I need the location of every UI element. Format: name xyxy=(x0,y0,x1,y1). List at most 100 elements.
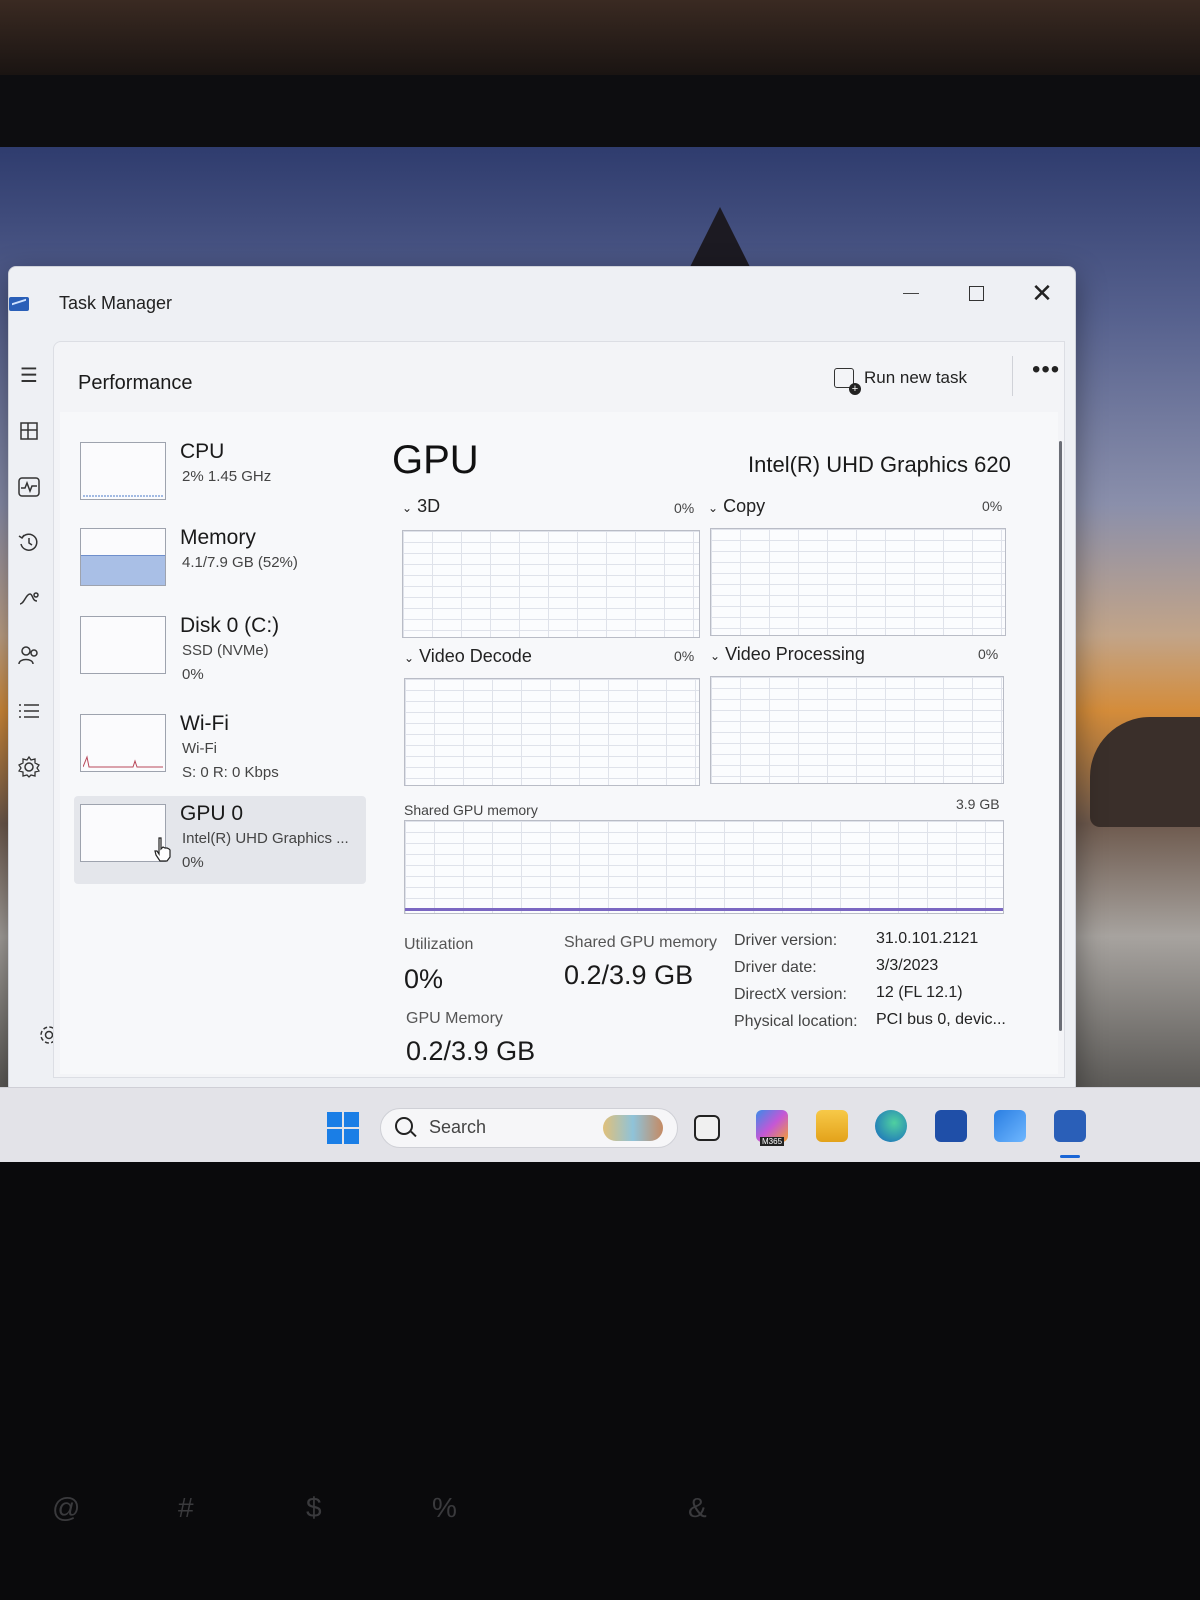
search-highlight-icon xyxy=(603,1115,663,1141)
engine-video-processing-selector[interactable]: ⌄ Video Processing xyxy=(710,644,865,665)
utilization-label: Utilization xyxy=(404,936,474,953)
engine-label: Video Decode xyxy=(419,646,532,666)
edge-icon[interactable] xyxy=(875,1110,907,1142)
disk-mini-graph xyxy=(80,616,166,674)
driver-version-label: Driver version: xyxy=(734,932,838,949)
engine-3d-selector[interactable]: ⌄ 3D xyxy=(402,496,440,517)
device-item-memory[interactable]: Memory 4.1/7.9 GB (52%) xyxy=(74,520,366,608)
device-item-wifi[interactable]: Wi-Fi Wi-Fi S: 0 R: 0 Kbps xyxy=(74,706,366,794)
engine-video-decode-graph xyxy=(404,678,700,786)
processes-icon[interactable] xyxy=(15,417,43,445)
device-name: Memory xyxy=(180,526,256,549)
keyboard-area: @ # $ % & xyxy=(0,1162,1200,1600)
shared-memory-max: 3.9 GB xyxy=(956,796,1000,812)
wallpaper-rock xyxy=(690,207,750,267)
shared-memory-graph-label: Shared GPU memory xyxy=(404,802,538,818)
chevron-down-icon: ⌄ xyxy=(708,501,719,515)
directx-version-label: DirectX version: xyxy=(734,986,847,1003)
engine-3d-percent: 0% xyxy=(674,500,695,516)
gpu-memory-label: GPU Memory xyxy=(406,1010,503,1027)
memory-usage-fill xyxy=(81,554,165,585)
taskbar-search-box[interactable]: Search xyxy=(380,1108,678,1148)
wallpaper-cliff xyxy=(1090,717,1200,827)
engine-copy-graph xyxy=(710,528,1006,636)
device-usage: 0% xyxy=(182,666,204,683)
details-icon[interactable] xyxy=(15,697,43,725)
engine-video-processing-percent: 0% xyxy=(978,646,999,662)
gpu-model: Intel(R) UHD Graphics 620 xyxy=(748,452,1011,477)
chevron-down-icon: ⌄ xyxy=(404,651,415,665)
scrollbar[interactable] xyxy=(1059,441,1062,1031)
engine-label: Copy xyxy=(723,496,766,516)
device-usage: 0% xyxy=(182,854,204,871)
photo-background-top xyxy=(0,0,1200,75)
m365-label: M365 xyxy=(760,1137,785,1146)
driver-date-value: 3/3/2023 xyxy=(876,957,939,974)
task-manager-window: Task Manager ✕ ☰ Performance + Run new t… xyxy=(8,266,1076,1094)
file-explorer-icon[interactable] xyxy=(816,1110,848,1142)
task-manager-taskbar-icon[interactable] xyxy=(1054,1110,1086,1142)
close-button[interactable]: ✕ xyxy=(1012,273,1072,313)
m365-icon[interactable]: M365 xyxy=(756,1110,788,1146)
cpu-mini-graph xyxy=(80,442,166,500)
hand-cursor-icon xyxy=(154,837,171,862)
task-manager-app-icon xyxy=(9,297,29,311)
device-throughput: S: 0 R: 0 Kbps xyxy=(182,764,279,781)
run-new-task-button[interactable]: Run new task xyxy=(834,362,967,395)
keyboard-key-glyph: # xyxy=(178,1492,194,1523)
driver-version-value: 31.0.101.2121 xyxy=(876,930,979,947)
minimize-button[interactable] xyxy=(881,273,941,313)
memory-mini-graph xyxy=(80,528,166,586)
device-detail: Wi-Fi xyxy=(182,740,217,757)
outlook-icon[interactable] xyxy=(994,1110,1026,1142)
device-detail: Intel(R) UHD Graphics ... xyxy=(182,830,349,847)
toolbar-divider xyxy=(1012,356,1013,396)
store-icon[interactable] xyxy=(935,1110,967,1142)
engine-video-processing-graph xyxy=(710,676,1004,784)
shared-memory-stat-label: Shared GPU memory xyxy=(564,934,717,951)
services-icon[interactable] xyxy=(15,753,43,781)
shared-memory-stat-value: 0.2/3.9 GB xyxy=(564,960,694,990)
active-app-indicator xyxy=(1060,1155,1080,1158)
device-item-cpu[interactable]: CPU 2% 1.45 GHz xyxy=(74,434,366,522)
more-options-button[interactable]: ••• xyxy=(1032,356,1060,384)
shared-memory-graph xyxy=(404,820,1004,914)
physical-location-label: Physical location: xyxy=(734,1013,858,1030)
window-title: Task Manager xyxy=(59,293,173,313)
engine-label: 3D xyxy=(417,496,441,516)
chevron-down-icon: ⌄ xyxy=(402,501,413,515)
run-task-icon xyxy=(834,368,861,395)
device-detail: SSD (NVMe) xyxy=(182,642,269,659)
device-name: CPU xyxy=(180,440,225,463)
startup-icon[interactable] xyxy=(15,585,43,613)
hamburger-icon[interactable]: ☰ xyxy=(15,361,43,389)
device-item-gpu[interactable]: GPU 0 Intel(R) UHD Graphics ... 0% xyxy=(74,796,366,884)
engine-copy-selector[interactable]: ⌄ Copy xyxy=(708,496,765,517)
run-new-task-label: Run new task xyxy=(864,368,967,387)
keyboard-key-glyph: @ xyxy=(52,1492,81,1523)
app-history-icon[interactable] xyxy=(15,529,43,557)
driver-date-label: Driver date: xyxy=(734,959,817,976)
keyboard-key-glyph: $ xyxy=(306,1492,322,1523)
device-name: Wi-Fi xyxy=(180,712,229,735)
users-icon[interactable] xyxy=(15,641,43,669)
device-name: GPU 0 xyxy=(180,802,244,825)
shared-memory-usage-line xyxy=(405,908,1003,911)
utilization-value: 0% xyxy=(404,964,444,994)
engine-3d-graph xyxy=(402,530,700,638)
device-item-disk[interactable]: Disk 0 (C:) SSD (NVMe) 0% xyxy=(74,608,366,696)
start-button[interactable] xyxy=(327,1112,359,1144)
engine-video-decode-percent: 0% xyxy=(674,648,695,664)
title-bar[interactable]: Task Manager ✕ xyxy=(9,267,1075,341)
keyboard-key-glyph: % xyxy=(432,1492,457,1523)
gpu-memory-value: 0.2/3.9 GB xyxy=(406,1036,536,1066)
engine-video-decode-selector[interactable]: ⌄ Video Decode xyxy=(404,646,532,667)
maximize-button[interactable] xyxy=(946,273,1006,313)
physical-location-value: PCI bus 0, devic... xyxy=(876,1011,1006,1028)
device-detail: 4.1/7.9 GB (52%) xyxy=(182,554,298,571)
wifi-mini-graph xyxy=(80,714,166,772)
content-area: Performance Run new task ••• CPU 2% 1.45… xyxy=(53,341,1065,1078)
task-view-icon[interactable] xyxy=(694,1115,720,1141)
performance-icon[interactable] xyxy=(15,473,43,501)
search-icon xyxy=(395,1117,413,1135)
